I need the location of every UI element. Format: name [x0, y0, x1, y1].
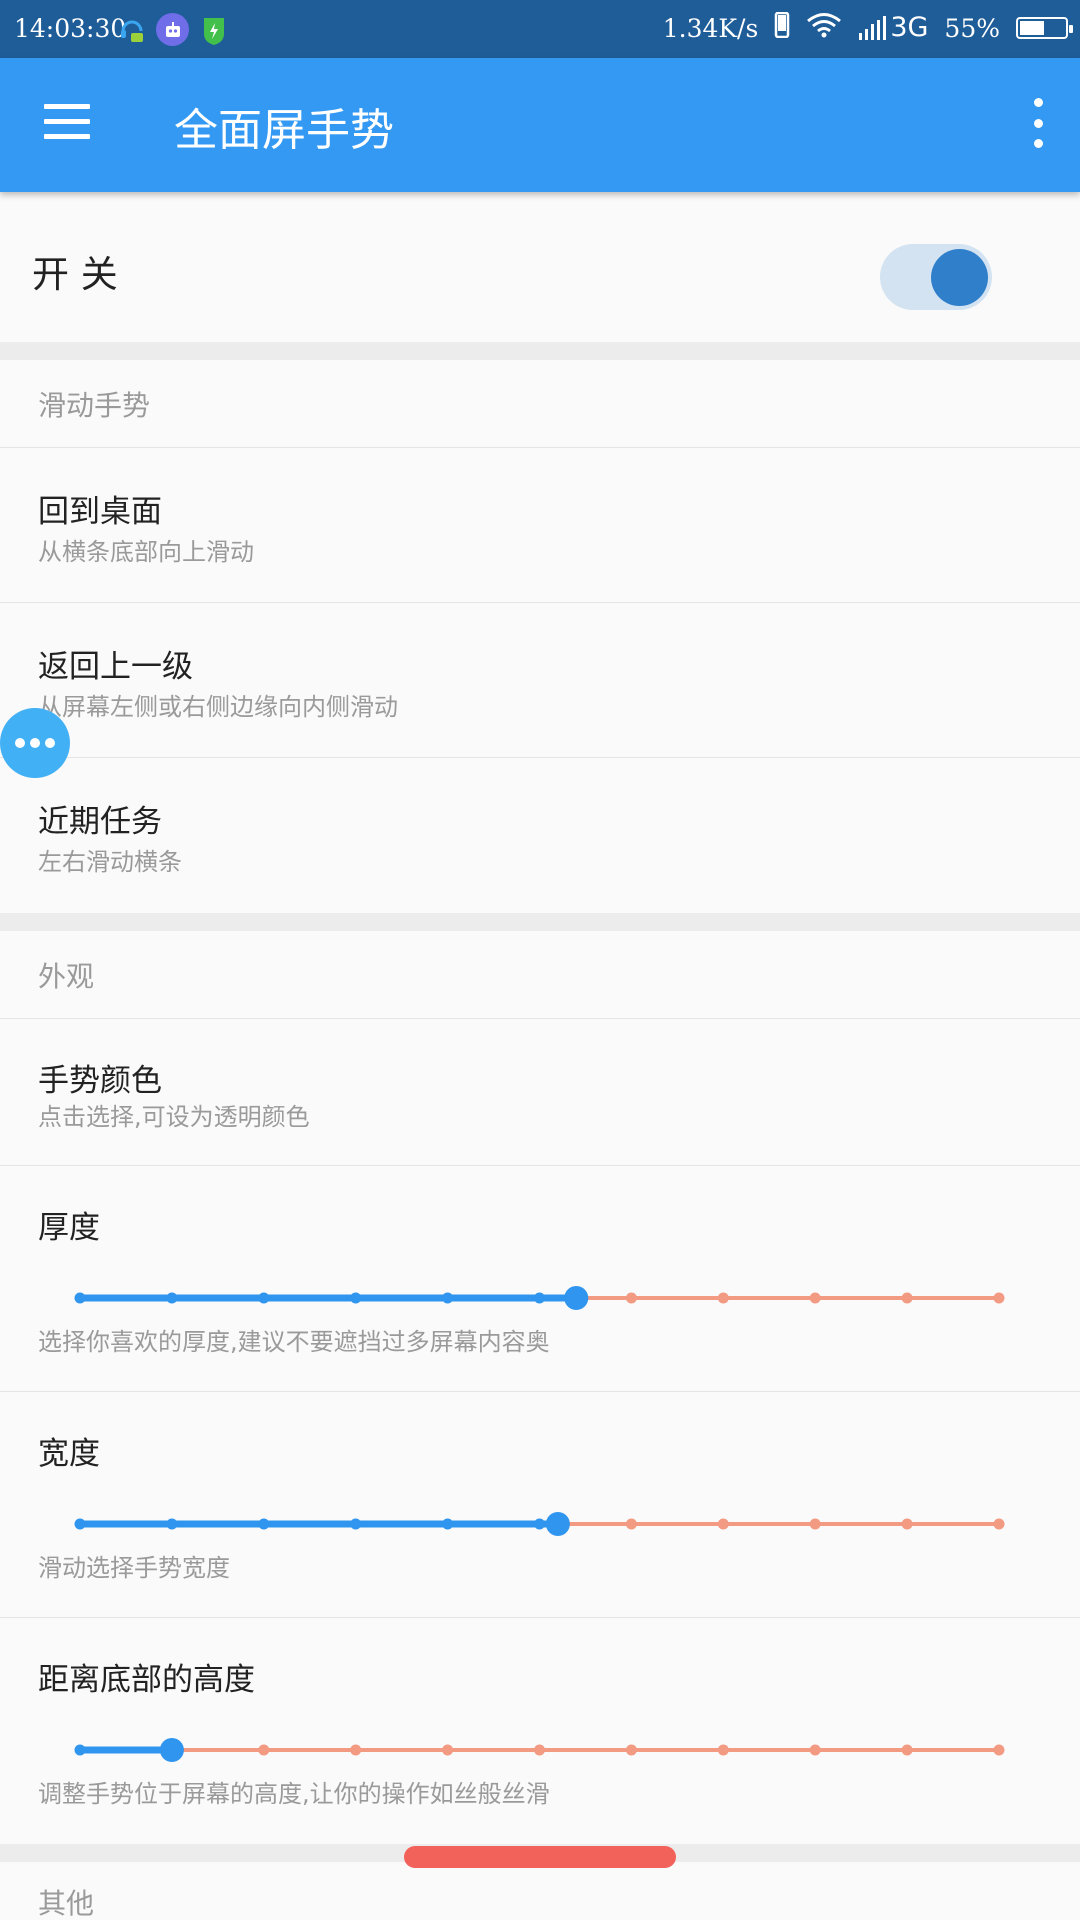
section-header-appearance: 外观	[0, 931, 1080, 1019]
floating-more-button[interactable]	[0, 708, 70, 778]
slider-tick	[534, 1518, 545, 1530]
status-time: 14:03:30	[14, 14, 127, 43]
item-title: 手势颜色	[38, 1063, 162, 1099]
slider-tick	[809, 1744, 821, 1756]
toggle-knob	[931, 249, 988, 306]
switch-label: 开 关	[32, 253, 118, 296]
gesture-item-home[interactable]: 回到桌面 从横条底部向上滑动	[0, 448, 1080, 603]
slider-tick	[901, 1518, 913, 1530]
item-subtitle: 选择你喜欢的厚度,建议不要遮挡过多屏幕内容奥	[38, 1328, 550, 1356]
item-subtitle: 点击选择,可设为透明颜色	[38, 1103, 310, 1131]
slider-tick	[350, 1292, 362, 1304]
bottom-height-slider[interactable]	[0, 1730, 1080, 1770]
battery-icon	[1016, 17, 1073, 39]
status-bar: 14:03:30 1.34K/s 3G 55%	[0, 0, 1080, 58]
more-vert-icon[interactable]	[1016, 98, 1060, 148]
slider-tick	[809, 1292, 821, 1304]
slider-tick	[74, 1744, 86, 1756]
hamburger-menu-icon[interactable]	[44, 104, 90, 144]
slider-tick	[717, 1518, 729, 1530]
slider-tick	[534, 1744, 545, 1756]
slider-tick	[625, 1292, 637, 1304]
slider-tick	[350, 1518, 362, 1530]
signal-icon: 3G	[858, 12, 929, 43]
gesture-color-item[interactable]: 手势颜色 点击选择,可设为透明颜色	[0, 1019, 1080, 1166]
slider-tick	[809, 1518, 821, 1530]
section-header-label: 其他	[38, 1887, 95, 1920]
slider-tick	[350, 1744, 362, 1756]
robot-icon	[156, 13, 189, 46]
more-horiz-icon	[15, 738, 25, 748]
phone-icon	[774, 11, 790, 44]
slider-tick	[442, 1518, 454, 1530]
slider-tick	[993, 1518, 1005, 1530]
slider-thumb	[564, 1286, 589, 1310]
slider-tick	[534, 1292, 545, 1304]
gesture-bar[interactable]	[404, 1846, 676, 1868]
bottom-height-setting: 距离底部的高度 调整手势位于屏幕的高度,让你的操作如丝般丝滑	[0, 1618, 1080, 1844]
item-subtitle: 从屏幕左侧或右侧边缘向内侧滑动	[38, 693, 398, 721]
slider-tick	[166, 1292, 178, 1304]
section-header-other: 其他	[0, 1862, 1080, 1920]
section-divider	[0, 913, 1080, 931]
network-type: 3G	[890, 12, 929, 43]
slider-tick	[166, 1518, 178, 1530]
item-subtitle: 从横条底部向上滑动	[38, 538, 254, 566]
slider-tick	[901, 1292, 913, 1304]
slider-thumb	[545, 1512, 570, 1536]
slider-tick	[442, 1292, 454, 1304]
gesture-item-back[interactable]: 返回上一级 从屏幕左侧或右侧边缘向内侧滑动	[0, 603, 1080, 758]
notification-icons	[115, 13, 230, 46]
slider-tick	[717, 1292, 729, 1304]
wifi-icon	[806, 12, 842, 44]
item-subtitle: 滑动选择手势宽度	[38, 1554, 230, 1582]
slider-tick	[258, 1518, 270, 1530]
page-title: 全面屏手势	[174, 105, 394, 156]
slider-tick	[993, 1292, 1005, 1304]
slider-tick	[993, 1744, 1005, 1756]
net-speed: 1.34K/s	[662, 13, 759, 43]
slider-thumb	[159, 1738, 184, 1762]
section-header-label: 外观	[38, 960, 95, 993]
item-subtitle: 左右滑动横条	[38, 848, 182, 876]
width-slider[interactable]	[0, 1504, 1080, 1544]
thickness-setting: 厚度 选择你喜欢的厚度,建议不要遮挡过多屏幕内容奥	[0, 1166, 1080, 1392]
gesture-item-recents[interactable]: 近期任务 左右滑动横条	[0, 758, 1080, 913]
slider-tick	[74, 1518, 86, 1530]
slider-tick	[258, 1292, 270, 1304]
slider-tick	[717, 1744, 729, 1756]
slider-tick	[625, 1744, 637, 1756]
headset-chat-icon	[115, 13, 148, 46]
section-divider	[0, 342, 1080, 360]
slider-tick	[625, 1518, 637, 1530]
shield-bolt-icon	[197, 13, 230, 46]
battery-percent: 55%	[944, 13, 1000, 43]
app-bar: 全面屏手势	[0, 58, 1080, 192]
item-title: 近期任务	[38, 804, 162, 840]
width-setting: 宽度 滑动选择手势宽度	[0, 1392, 1080, 1618]
slider-tick	[258, 1744, 270, 1756]
slider-tick	[74, 1292, 86, 1304]
item-title: 厚度	[38, 1210, 100, 1246]
slider-tick	[442, 1744, 454, 1756]
master-toggle[interactable]	[880, 244, 992, 310]
item-title: 距离底部的高度	[38, 1662, 255, 1698]
item-title: 返回上一级	[38, 649, 193, 685]
slider-tick	[901, 1744, 913, 1756]
section-header-gestures: 滑动手势	[0, 360, 1080, 448]
item-title: 回到桌面	[38, 494, 162, 530]
thickness-slider[interactable]	[0, 1278, 1080, 1318]
item-subtitle: 调整手势位于屏幕的高度,让你的操作如丝般丝滑	[38, 1780, 550, 1808]
item-title: 宽度	[38, 1436, 100, 1472]
section-header-label: 滑动手势	[38, 389, 151, 422]
